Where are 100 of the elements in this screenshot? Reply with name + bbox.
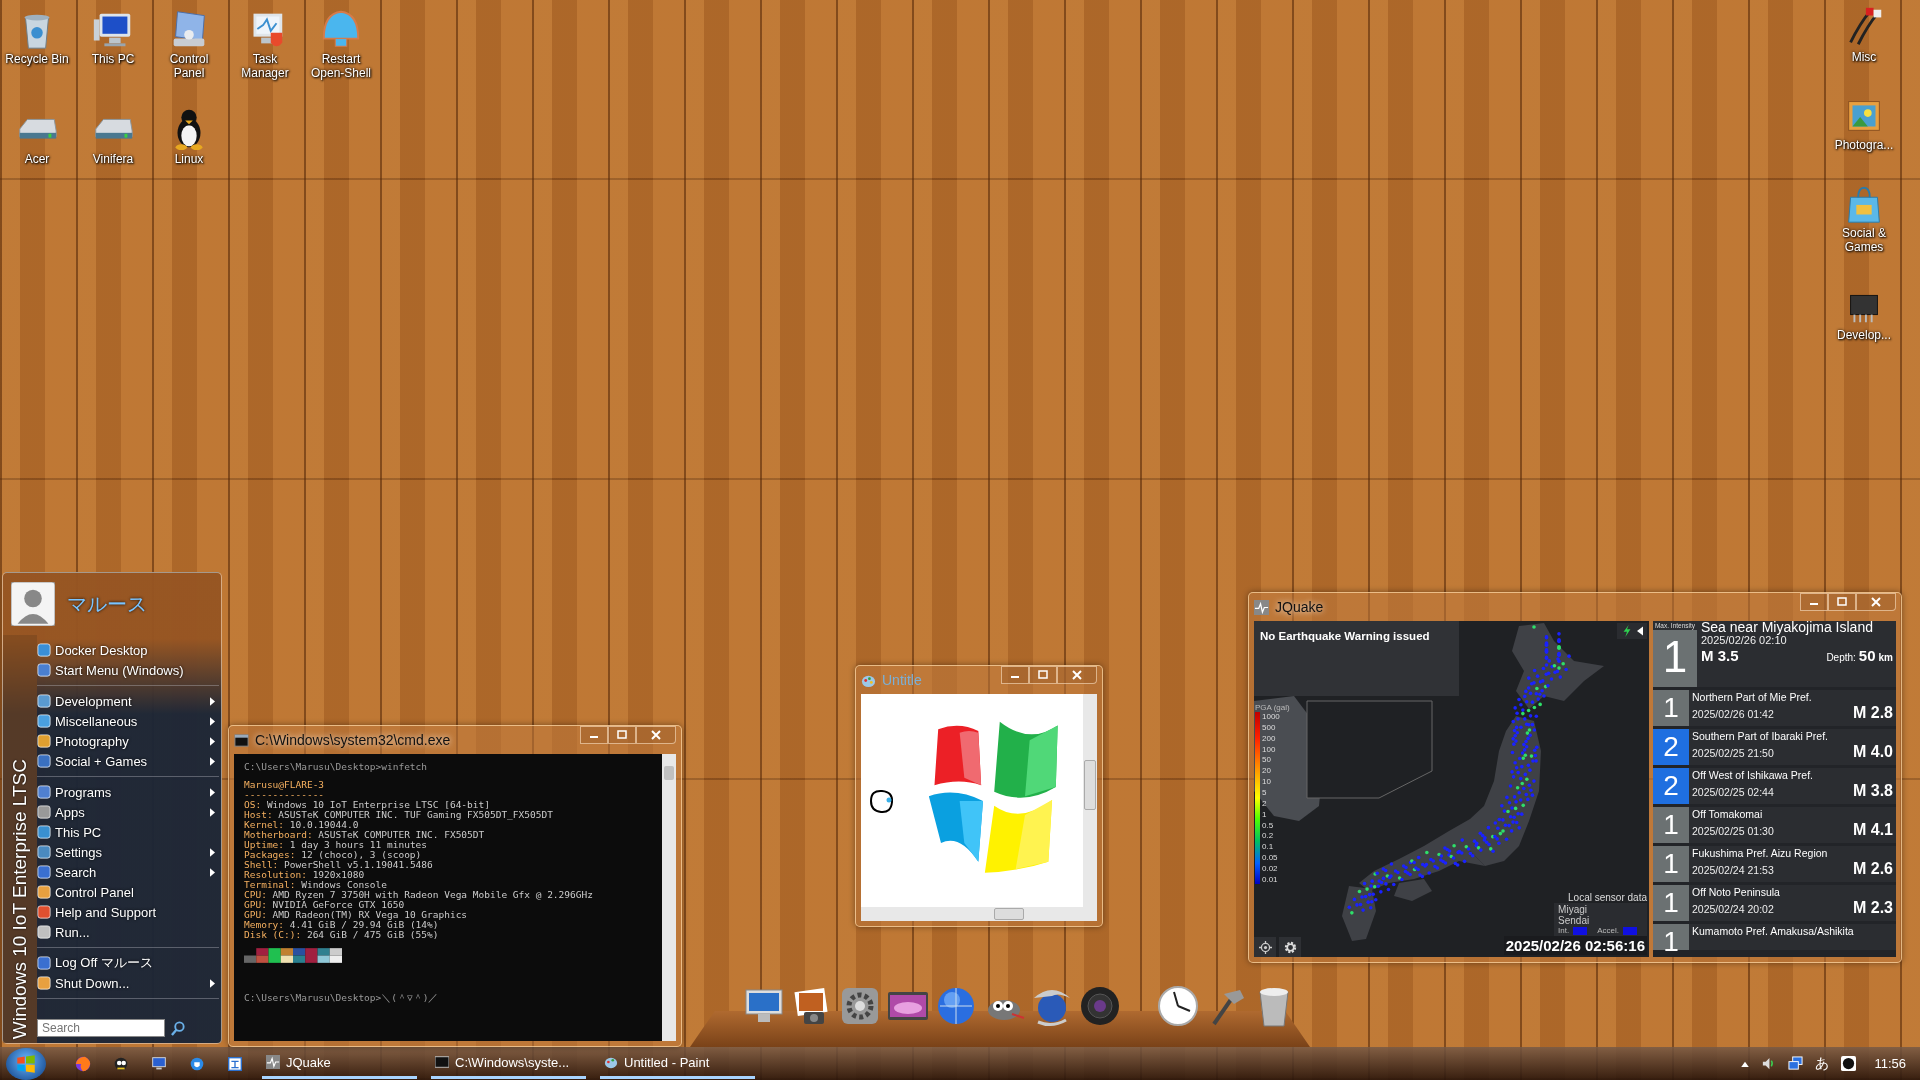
program-icon bbox=[37, 694, 51, 708]
minimize-button[interactable] bbox=[1800, 593, 1828, 611]
intensity-badge: 1 bbox=[1653, 630, 1697, 687]
quake-row[interactable]: 1 Northern Part of Mie Pref. 2025/02/26 01:42 M 2.8 bbox=[1653, 690, 1896, 726]
up-arrow-icon[interactable] bbox=[1741, 1060, 1750, 1067]
icon-label: Acer bbox=[24, 152, 50, 166]
program-icon bbox=[37, 976, 51, 990]
taskbar-button[interactable]: Untitled - Paint bbox=[600, 1048, 755, 1079]
quake-magnitude: M 2.3 bbox=[1853, 899, 1893, 917]
settings-button[interactable] bbox=[1279, 937, 1301, 957]
menu-item[interactable]: Settings bbox=[37, 842, 219, 862]
quake-location: Sea near Miyakojima Island bbox=[1701, 621, 1874, 634]
console-icon bbox=[435, 1055, 449, 1069]
close-button[interactable] bbox=[1856, 593, 1896, 611]
program-icon bbox=[37, 825, 51, 839]
depth-label: Depth: bbox=[1826, 652, 1856, 663]
locate-button[interactable] bbox=[1254, 937, 1276, 957]
camera-lens-icon[interactable] bbox=[1078, 984, 1122, 1028]
console-line: Memory: 4.41 GiB / 29.94 GiB (14%) bbox=[244, 920, 439, 930]
menu-item[interactable]: Run... bbox=[37, 922, 219, 942]
menu-item[interactable]: Miscellaneous bbox=[37, 711, 219, 731]
menu-item[interactable]: Docker Desktop bbox=[37, 640, 219, 660]
start-button[interactable] bbox=[6, 1047, 46, 1080]
minimize-button[interactable] bbox=[580, 726, 608, 744]
quake-location: Off Noto Peninsula bbox=[1692, 885, 1781, 899]
scale-label: 1000 bbox=[1262, 712, 1280, 721]
scale-label: 500 bbox=[1262, 722, 1277, 732]
menu-item[interactable]: Control Panel bbox=[37, 882, 219, 902]
quake-time: 2025/02/25 01:30 bbox=[1692, 825, 1774, 837]
ime-indicator[interactable]: あ bbox=[1815, 1054, 1830, 1073]
scrollbar[interactable] bbox=[1083, 694, 1097, 907]
fox-browser-icon[interactable] bbox=[74, 1054, 92, 1073]
quake-time: 2025/02/25 02:44 bbox=[1692, 786, 1774, 798]
user-name: マルース bbox=[67, 591, 147, 617]
depth-value: 50 bbox=[1858, 647, 1876, 664]
taskbar-button[interactable]: C:\Windows\syste... bbox=[431, 1048, 586, 1079]
menu-item[interactable]: Social + Games bbox=[37, 751, 219, 771]
minimize-button[interactable] bbox=[1001, 666, 1029, 684]
quake-row[interactable]: 1 Kumamoto Pref. Amakusa/Ashikita bbox=[1653, 924, 1896, 950]
box-icon[interactable] bbox=[226, 1054, 244, 1073]
scale-label: 0.1 bbox=[1262, 842, 1275, 852]
icon-label: Develop... bbox=[1837, 328, 1891, 342]
search-icon[interactable] bbox=[171, 1020, 186, 1036]
icon-label: This PC bbox=[91, 52, 135, 66]
quake-time: 2025/02/26 01:42 bbox=[1692, 708, 1774, 720]
maximize-icon bbox=[616, 730, 628, 740]
intensity-badge: 2 bbox=[1653, 729, 1689, 765]
menu-item[interactable]: This PC bbox=[37, 822, 219, 842]
quake-magnitude: M 3.5 bbox=[1701, 647, 1739, 664]
console-line: Resolution: 1920x1080 bbox=[244, 870, 366, 880]
menu-item[interactable]: Help and Support bbox=[37, 902, 219, 922]
menu-item[interactable]: Start Menu (Windows) bbox=[37, 660, 219, 680]
quake-row[interactable]: 2 Southern Part of Ibaraki Pref. 2025/02/25 21:50 M 4.0 bbox=[1653, 729, 1896, 765]
collapse-arrow-icon[interactable] bbox=[1637, 626, 1643, 636]
menu-item[interactable]: Apps bbox=[37, 802, 219, 822]
app-tray-icon[interactable] bbox=[1841, 1056, 1857, 1071]
scrollbar[interactable] bbox=[861, 907, 1097, 921]
waveform-icon bbox=[1254, 599, 1269, 615]
search-field[interactable]: Search bbox=[37, 1019, 165, 1037]
quake-location: Off West of Ishikawa Pref. bbox=[1692, 768, 1814, 782]
quake-row[interactable]: 1 Fukushima Pref. Aizu Region 2025/02/24 21:53 M 2.6 bbox=[1653, 846, 1896, 882]
quake-magnitude: M 3.8 bbox=[1853, 782, 1893, 800]
scale-label: 0.2 bbox=[1262, 831, 1275, 841]
quake-time: 2025/02/25 21:50 bbox=[1692, 747, 1774, 759]
quake-row[interactable]: 2 Off West of Ishikawa Pref. 2025/02/25 02:44 M 3.8 bbox=[1653, 768, 1896, 804]
quake-time: 2025/02/24 20:02 bbox=[1692, 903, 1774, 915]
program-icon bbox=[37, 805, 51, 819]
quake-magnitude: M 2.8 bbox=[1853, 704, 1893, 722]
scrollbar[interactable] bbox=[662, 754, 676, 1041]
maximize-button[interactable] bbox=[1029, 666, 1057, 684]
drawing-canvas[interactable] bbox=[861, 694, 1083, 907]
sensor-city: Sendai bbox=[1558, 915, 1591, 926]
menu-item[interactable]: Shut Down... bbox=[37, 973, 219, 993]
menu-item[interactable]: Photography bbox=[37, 731, 219, 751]
menu-item[interactable]: Log Off マルース bbox=[37, 953, 219, 973]
maximize-button[interactable] bbox=[1828, 593, 1856, 611]
menu-item[interactable]: Programs bbox=[37, 782, 219, 802]
console-line: GPU: NVIDIA GeForce GTX 1650 bbox=[244, 900, 406, 910]
clock[interactable]: 11:56 bbox=[1874, 1056, 1906, 1071]
scale-label: 100 bbox=[1262, 744, 1277, 754]
clock-icon[interactable] bbox=[1156, 984, 1200, 1028]
maximize-button[interactable] bbox=[608, 726, 636, 744]
menu-item[interactable]: Search bbox=[37, 862, 219, 882]
console-line: OS: Windows 10 IoT Enterprise LTSC [64-bit] bbox=[244, 800, 491, 810]
close-button[interactable] bbox=[636, 726, 676, 744]
taskbar-button[interactable]: JQuake bbox=[262, 1048, 417, 1079]
console-line: Uptime: 1 day 3 hours 11 minutes bbox=[244, 840, 429, 850]
quake-row[interactable]: 1 Off Tomakomai 2025/02/25 01:30 M 4.1 bbox=[1653, 807, 1896, 843]
close-button[interactable] bbox=[1057, 666, 1097, 684]
quake-magnitude: M 2.6 bbox=[1853, 860, 1893, 878]
icon-label: Vinifera bbox=[92, 152, 134, 166]
program-icon bbox=[37, 885, 51, 899]
lightning-icon[interactable] bbox=[1621, 625, 1633, 637]
scale-label: 10 bbox=[1262, 777, 1272, 787]
network-icon[interactable] bbox=[1788, 1056, 1804, 1071]
icon-label: Control Panel bbox=[168, 52, 210, 80]
quake-row[interactable]: 1 Off Noto Peninsula 2025/02/24 20:02 M 2.3 bbox=[1653, 885, 1896, 921]
menu-item[interactable]: Development bbox=[37, 691, 219, 711]
window-title: C:\Windows\system32\cmd.exe bbox=[255, 732, 451, 748]
program-icon bbox=[37, 785, 51, 799]
